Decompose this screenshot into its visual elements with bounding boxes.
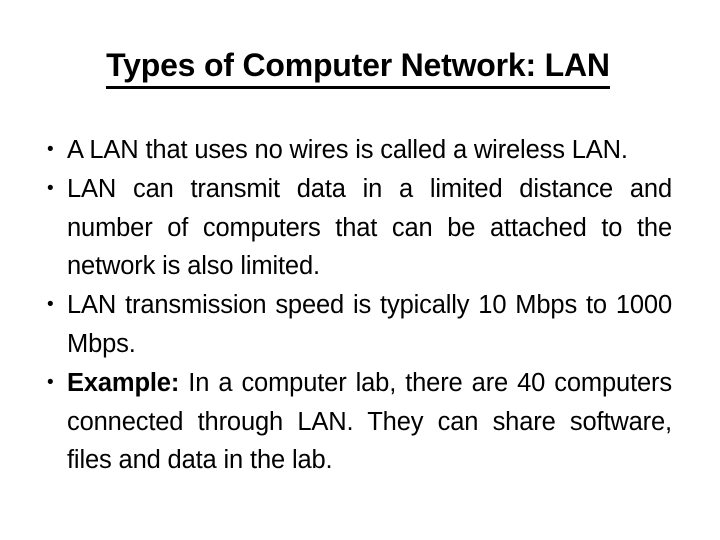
list-item: LAN transmission speed is typically 10 M…	[32, 286, 672, 364]
bullet-label-example: Example:	[67, 368, 180, 397]
bullet-text-wireless-lan: A LAN that uses no wires is called a wir…	[67, 136, 628, 164]
page-title: Types of Computer Network: LAN	[48, 46, 668, 89]
list-item: LAN can transmit data in a limited dista…	[32, 170, 672, 286]
bullet-list: A LAN that uses no wires is called a wir…	[32, 131, 672, 480]
list-item: A LAN that uses no wires is called a wir…	[32, 131, 672, 170]
slide-canvas: Types of Computer Network: LAN A LAN tha…	[0, 0, 720, 540]
bullet-text-limited-distance: LAN can transmit data in a limited dista…	[67, 174, 672, 281]
bullet-text-example-spacer	[179, 369, 188, 397]
page-title-text: Types of Computer Network: LAN	[106, 46, 610, 89]
list-item: Example: In a computer lab, there are 40…	[32, 364, 672, 480]
bullet-text-transmission-speed: LAN transmission speed is typically 10 M…	[67, 291, 672, 358]
